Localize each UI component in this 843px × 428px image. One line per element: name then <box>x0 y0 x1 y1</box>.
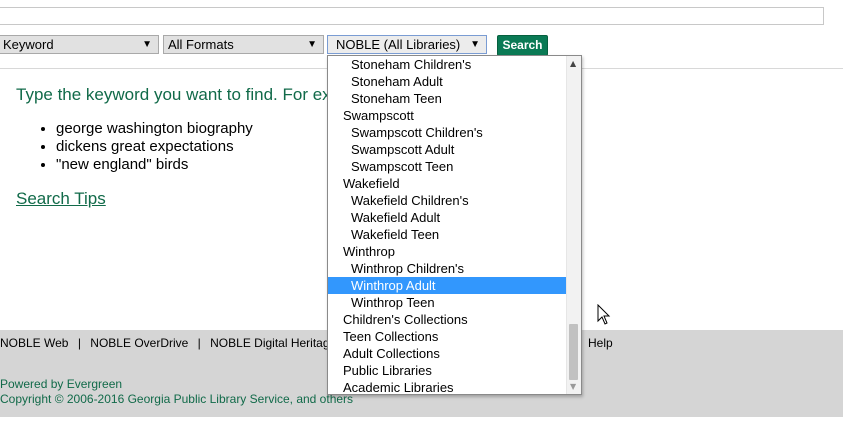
footer-link-help[interactable]: Help <box>588 336 613 350</box>
library-option[interactable]: Academic Libraries <box>328 379 567 394</box>
library-option[interactable]: Stoneham Children's <box>328 56 567 73</box>
search-tips-link[interactable]: Search Tips <box>16 189 106 209</box>
library-value: NOBLE (All Libraries) <box>336 37 461 52</box>
format-select[interactable]: All Formats ▼ <box>163 35 324 54</box>
library-option[interactable]: Winthrop Children's <box>328 260 567 277</box>
search-examples-list: george washington biography dickens grea… <box>40 120 253 174</box>
library-option[interactable]: Wakefield <box>328 175 567 192</box>
library-option[interactable]: Winthrop Teen <box>328 294 567 311</box>
library-option[interactable]: Swampscott Teen <box>328 158 567 175</box>
copyright: Copyright © 2006-2016 Georgia Public Lib… <box>0 392 354 406</box>
library-option[interactable]: Children's Collections <box>328 311 567 328</box>
footer-separator: | <box>77 336 81 350</box>
scroll-thumb[interactable] <box>569 324 578 380</box>
library-option[interactable]: Adult Collections <box>328 345 567 362</box>
library-option[interactable]: Teen Collections <box>328 328 567 345</box>
footer-separator: | <box>197 336 201 350</box>
list-item: "new england" birds <box>56 156 253 174</box>
library-option[interactable]: Stoneham Teen <box>328 90 567 107</box>
library-option[interactable]: Wakefield Adult <box>328 209 567 226</box>
library-options: Stoneham Children's Stoneham Adult Stoneha… <box>328 56 567 394</box>
dropdown-arrow-icon: ▼ <box>470 39 480 50</box>
format-value: All Formats <box>168 37 234 52</box>
list-item: dickens great expectations <box>56 138 253 156</box>
footer-link-digital-heritage[interactable]: NOBLE Digital Heritage <box>210 336 336 350</box>
scroll-up-icon[interactable]: ▲ <box>570 59 576 68</box>
search-input[interactable] <box>0 7 824 25</box>
library-dropdown-list[interactable]: Stoneham Children's Stoneham Adult Stoneha… <box>327 55 582 395</box>
search-type-value: Keyword <box>3 37 54 52</box>
library-option[interactable]: Winthrop <box>328 243 567 260</box>
library-option[interactable]: Swampscott <box>328 107 567 124</box>
search-type-select[interactable]: Keyword ▼ <box>0 35 159 54</box>
powered-by: Powered by Evergreen <box>0 377 123 391</box>
library-option[interactable]: Swampscott Adult <box>328 141 567 158</box>
library-select[interactable]: NOBLE (All Libraries) ▼ <box>327 35 487 54</box>
library-option[interactable]: Winthrop Adult <box>328 277 567 294</box>
dropdown-scrollbar[interactable]: ▲ ▼ <box>566 56 581 394</box>
footer-link-overdrive[interactable]: NOBLE OverDrive <box>90 336 188 350</box>
dropdown-arrow-icon: ▼ <box>307 39 317 50</box>
search-instructions: Type the keyword you want to find. For e… <box>16 85 331 104</box>
library-option[interactable]: Wakefield Children's <box>328 192 567 209</box>
list-item: george washington biography <box>56 120 253 138</box>
footer-links: NOBLE Web | NOBLE OverDrive | NOBLE Digi… <box>0 336 336 350</box>
search-button[interactable]: Search <box>497 35 548 56</box>
mouse-cursor-icon <box>597 304 611 325</box>
library-option[interactable]: Swampscott Children's <box>328 124 567 141</box>
dropdown-arrow-icon: ▼ <box>142 39 152 50</box>
library-option[interactable]: Wakefield Teen <box>328 226 567 243</box>
footer-link-noble-web[interactable]: NOBLE Web <box>0 336 68 350</box>
library-option[interactable]: Stoneham Adult <box>328 73 567 90</box>
scroll-down-icon[interactable]: ▼ <box>570 382 576 391</box>
library-option[interactable]: Public Libraries <box>328 362 567 379</box>
